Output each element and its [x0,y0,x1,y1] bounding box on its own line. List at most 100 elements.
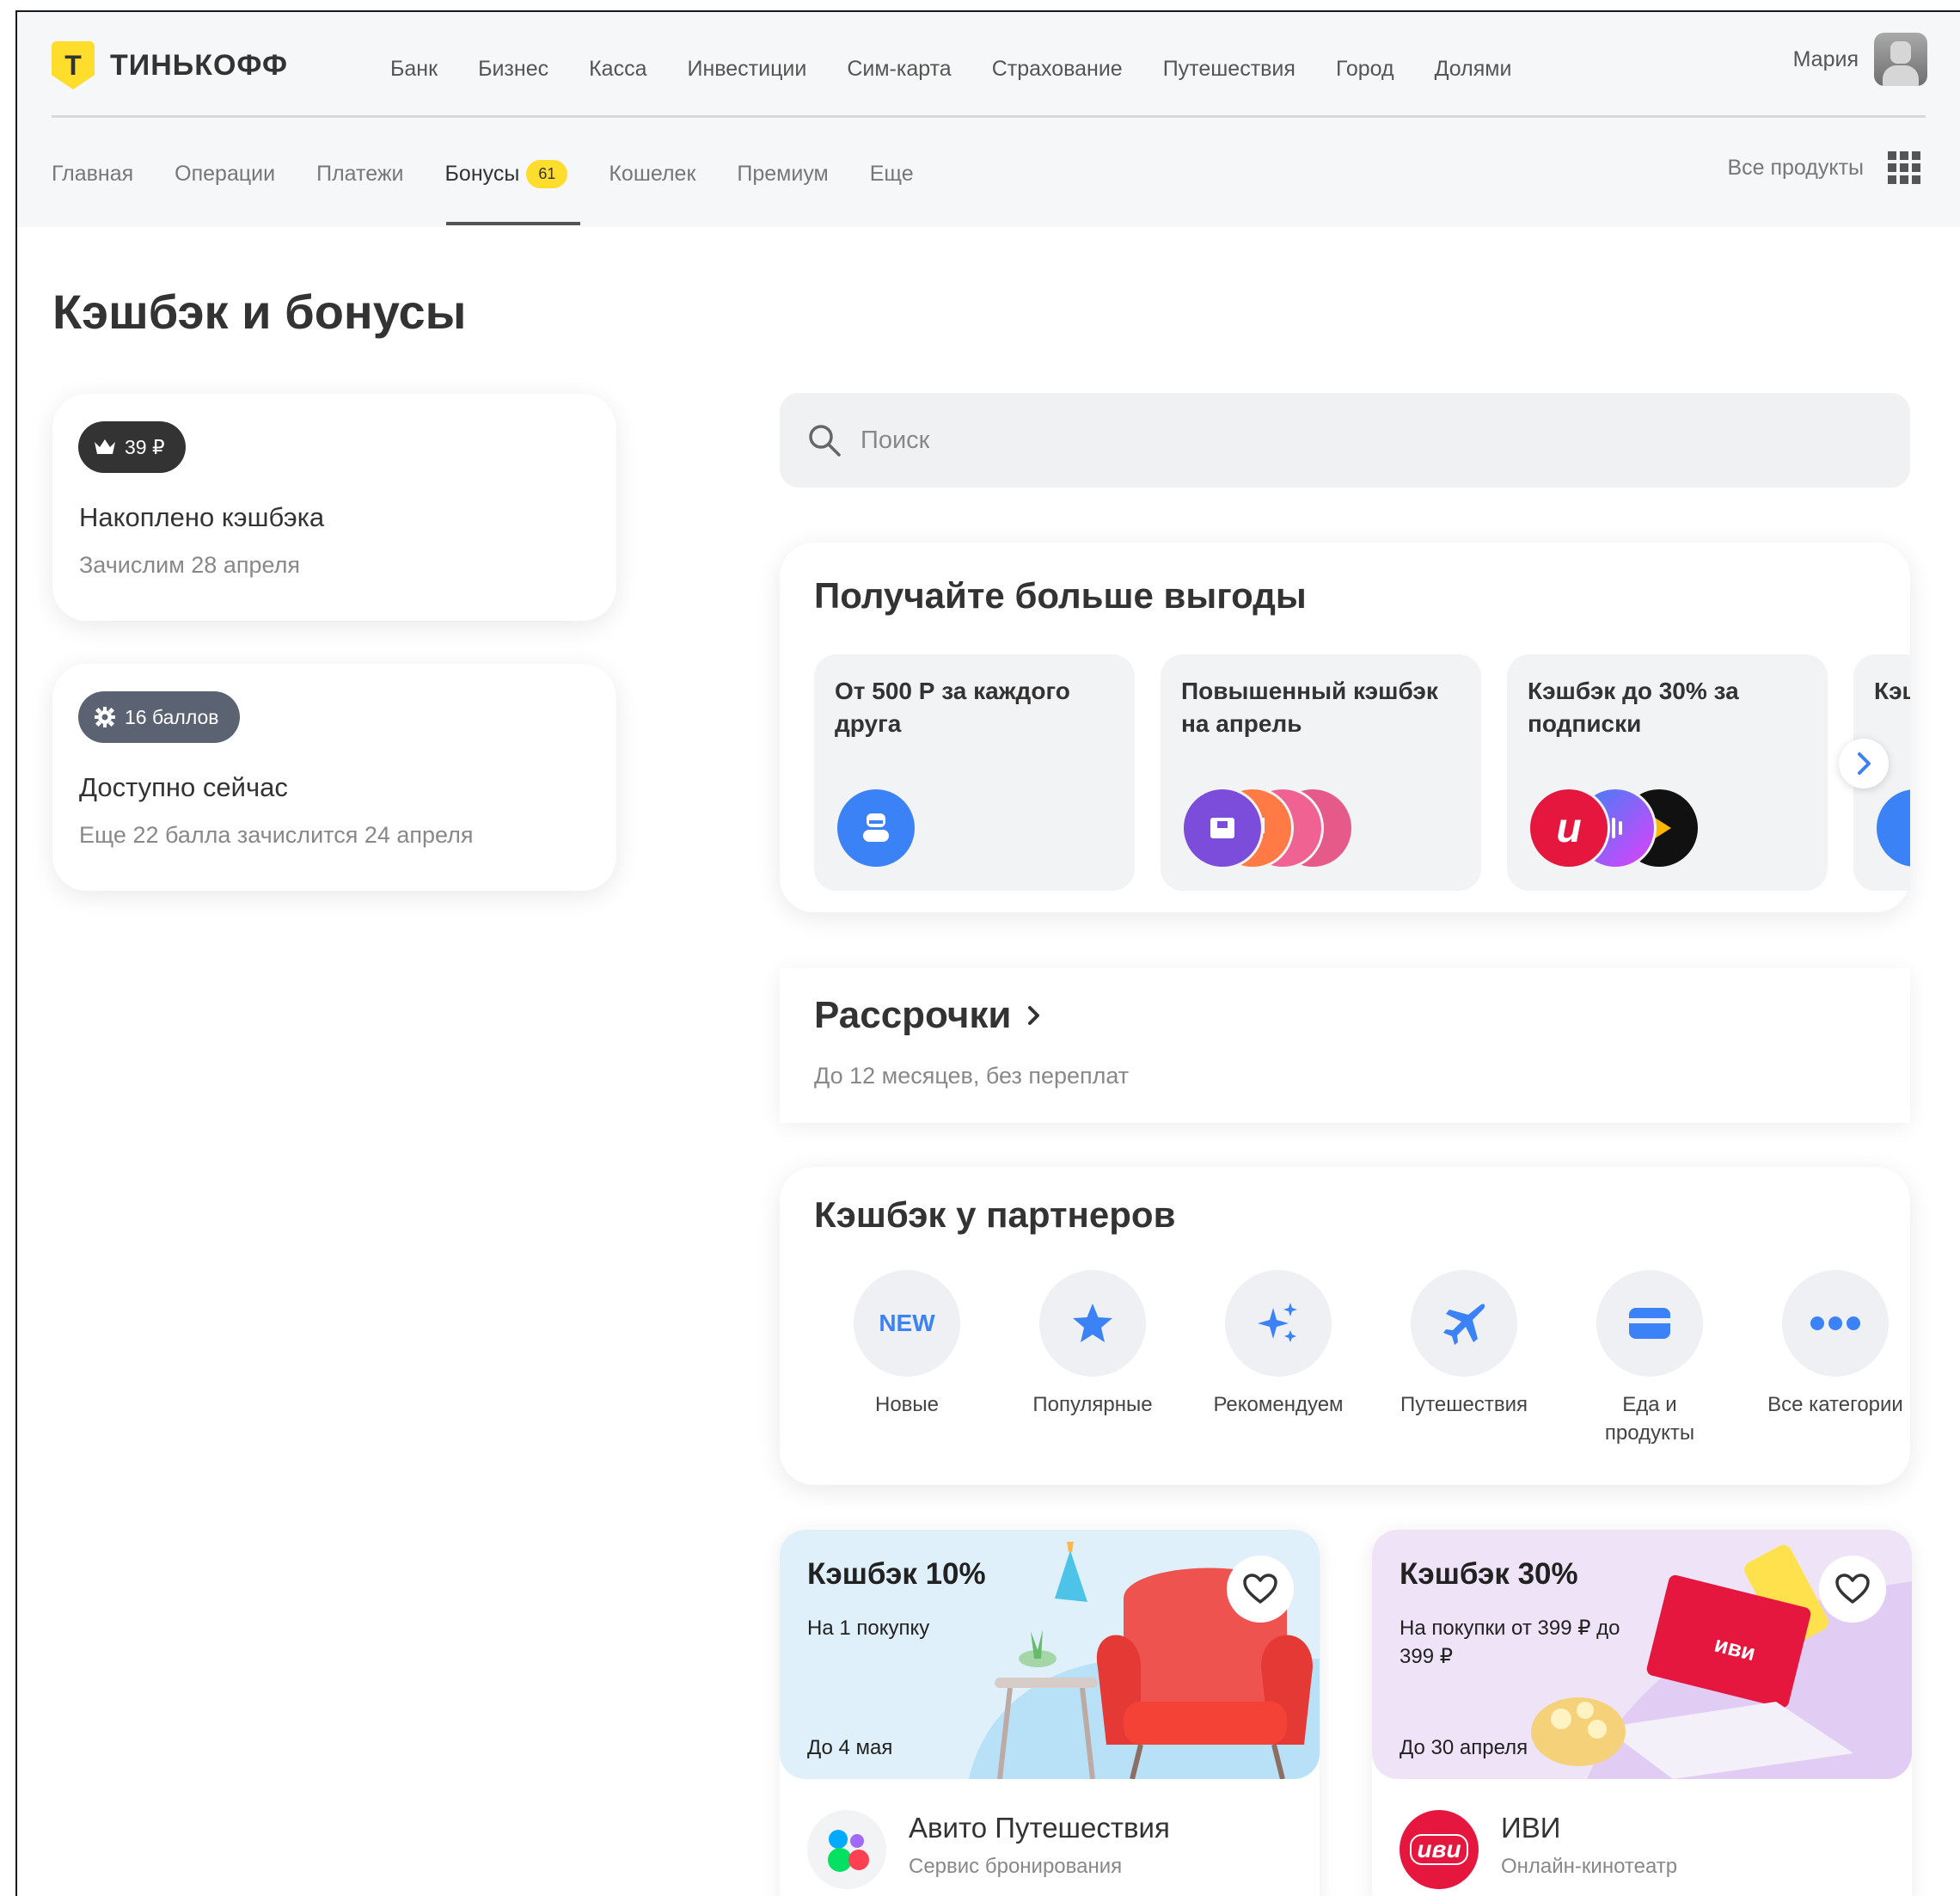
tab-operations[interactable]: Операции [175,158,275,189]
tab-wallet[interactable]: Кошелек [609,158,695,189]
search-bar[interactable] [780,393,1910,488]
all-products-button[interactable]: Все продукты [1727,151,1920,184]
top-nav-item-travel[interactable]: Путешествия [1163,57,1295,82]
points-amount: 16 баллов [125,705,219,728]
installments-title[interactable]: Рассрочки [814,994,1047,1037]
installments-subtitle: До 12 месяцев, без переплат [814,1063,1130,1089]
promo-text: Повышенный кэшбэк на апрель [1181,678,1438,737]
carousel-next-button[interactable] [1839,739,1889,788]
category-label: Новые [874,1393,940,1416]
category-all[interactable]: Все категории [1743,1270,1928,1447]
tab-main[interactable]: Главная [52,158,133,189]
user-name[interactable]: Мария [1793,47,1859,72]
tab-label: Платежи [316,161,404,186]
user-menu[interactable]: Мария [1793,33,1927,86]
avito-logo [807,1810,886,1889]
partners-card: Кэшбэк у партнеров NEW Новые Популярные … [780,1167,1910,1485]
favorite-button[interactable] [1819,1555,1886,1623]
category-popular[interactable]: Популярные [1000,1270,1185,1447]
points-card[interactable]: 16 баллов Доступно сейчас Еще 22 балла з… [52,664,616,891]
gear-icon [95,707,115,727]
all-products-label: Все продукты [1727,155,1864,180]
active-tab-indicator [446,222,580,225]
tab-label: Кошелек [609,161,696,186]
bag-icon [1181,787,1264,869]
category-food[interactable]: Еда и продукты [1557,1270,1743,1447]
offer-deadline: До 30 апреля [1400,1736,1528,1759]
logo-shield-icon: Т [52,41,95,89]
ivi-logo-text: иви [1410,1834,1468,1865]
partner-name: Авито Путешествия [909,1812,1170,1844]
installments-title-text: Рассрочки [814,994,1012,1036]
promo-text: Кэш за п [1874,678,1910,704]
tab-payments[interactable]: Платежи [316,158,403,189]
cashback-amount: 39 ₽ [125,435,165,458]
logo[interactable]: Т ТИНЬКОФФ [52,41,288,89]
promo-referral[interactable]: От 500 Р за каждого друга [814,654,1135,891]
offer-banner: Кэшбэк 10% На 1 покупку До 4 мая [780,1530,1320,1779]
cashback-amount-badge: 39 ₽ [78,421,186,473]
category-recommended[interactable]: Рекомендуем [1185,1270,1371,1447]
offer-banner: иви Кэшбэк 30% На покупки от 399 ₽ до 39… [1372,1530,1912,1779]
partners-title: Кэшбэк у партнеров [814,1194,1176,1235]
offer-title: Кэшбэк 30% [1400,1557,1578,1591]
chevron-right-icon [1028,1006,1040,1025]
card-icon [1596,1270,1703,1377]
top-nav-item-kassa[interactable]: Касса [589,57,646,82]
friend-icon [835,787,917,869]
offer-description: На 1 покупку [807,1617,930,1640]
installments-card[interactable]: Рассрочки До 12 месяцев, без переплат [780,968,1910,1123]
promos-card: Получайте больше выгоды От 500 Р за кажд… [780,543,1910,912]
promo-text: Кэшбэк до 30% за подписки [1528,678,1739,737]
offer-description: На покупки от 399 ₽ до 399 ₽ [1400,1617,1620,1668]
cashback-card[interactable]: 39 ₽ Накоплено кэшбэка Зачислим 28 апрел… [52,394,616,621]
partner-name: ИВИ [1501,1812,1561,1844]
favorite-button[interactable] [1227,1555,1294,1623]
header-divider [52,115,1926,118]
promo-text: От 500 Р за каждого друга [835,678,1070,737]
tab-bonuses[interactable]: Бонусы 61 [445,158,568,189]
ivi-logo: иви [1400,1810,1479,1889]
top-nav-item-insurance[interactable]: Страхование [992,57,1123,82]
search-input[interactable] [861,426,1806,455]
top-nav-item-city[interactable]: Город [1336,57,1394,82]
avatar[interactable] [1874,33,1927,86]
tab-label: Еще [869,161,914,186]
top-nav-item-investments[interactable]: Инвестиции [687,57,806,82]
promo-carousel: От 500 Р за каждого друга Повышенный кэш… [814,654,1910,891]
offer-card-avito[interactable]: Кэшбэк 10% На 1 покупку До 4 мая Авито П… [780,1530,1320,1896]
top-nav-item-sim[interactable]: Сим-карта [847,57,951,82]
header: Т ТИНЬКОФФ Банк Бизнес Касса Инвестиции … [17,12,1960,227]
partial-icon [1874,787,1910,869]
top-nav: Банк Бизнес Касса Инвестиции Сим-карта С… [390,57,1552,82]
page-title: Кэшбэк и бонусы [52,285,467,339]
tab-label: Операции [175,161,276,186]
sub-nav: Главная Операции Платежи Бонусы 61 Кошел… [52,158,955,189]
top-nav-item-dolyami[interactable]: Долями [1435,57,1512,82]
partner-categories: NEW Новые Популярные Рекомендуем Путешес… [814,1270,1928,1447]
offer-title: Кэшбэк 10% [807,1557,986,1591]
chevron-right-icon [1858,752,1871,775]
ivi-icon: и [1528,787,1610,869]
top-nav-item-bank[interactable]: Банк [390,57,438,82]
promo-subscriptions[interactable]: Кэшбэк до 30% за подписки и [1507,654,1828,891]
sparkle-icon [1225,1270,1332,1377]
tab-label: Главная [52,161,134,186]
star-icon [1039,1270,1146,1377]
plane-icon [1411,1270,1517,1377]
category-label: Все категории [1767,1393,1903,1416]
points-title: Доступно сейчас [79,772,288,802]
tab-premium[interactable]: Премиум [737,158,828,189]
offer-card-ivi[interactable]: иви Кэшбэк 30% На покупки от 399 ₽ до 39… [1372,1530,1912,1896]
tab-label: Бонусы [444,161,520,186]
tab-more[interactable]: Еще [870,158,914,189]
new-icon: NEW [854,1270,960,1377]
category-label: Популярные [1032,1393,1153,1416]
dots-icon [1782,1270,1889,1377]
promo-april-cashback[interactable]: Повышенный кэшбэк на апрель [1161,654,1481,891]
category-new[interactable]: NEW Новые [814,1270,1000,1447]
heart-icon [1835,1574,1870,1604]
app-window: Т ТИНЬКОФФ Банк Бизнес Касса Инвестиции … [15,10,1960,1896]
category-travel[interactable]: Путешествия [1371,1270,1557,1447]
top-nav-item-business[interactable]: Бизнес [478,57,548,82]
